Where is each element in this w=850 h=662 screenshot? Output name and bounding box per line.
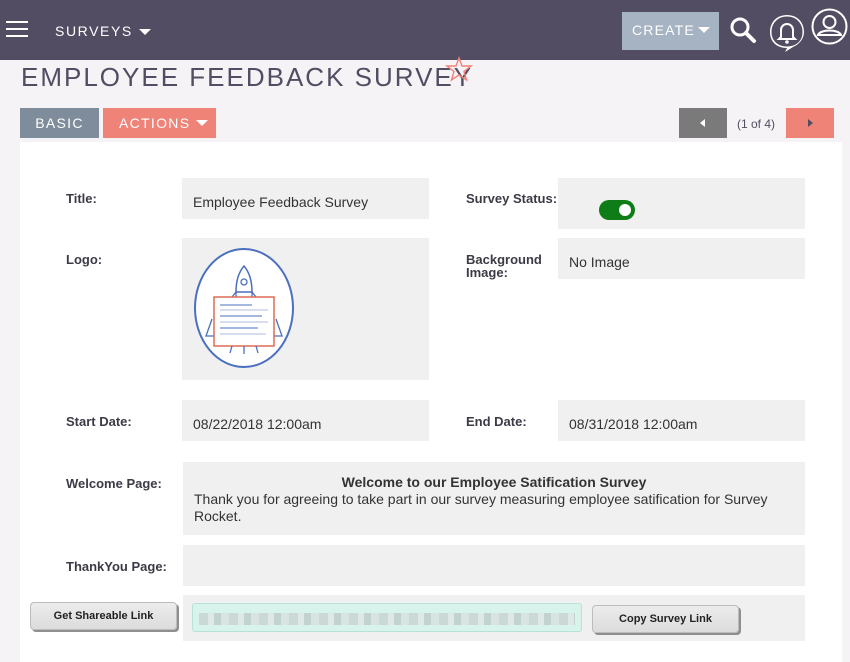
page-title: EMPLOYEE FEEDBACK SURVEY: [21, 62, 474, 92]
module-label: SURVEYS: [55, 23, 133, 39]
end-date-label: End Date:: [466, 414, 527, 429]
user-profile-icon[interactable]: [811, 8, 848, 45]
module-menu[interactable]: SURVEYS: [55, 23, 151, 39]
shareable-link-input[interactable]: [192, 603, 582, 632]
end-date-field: 08/31/2018 12:00am: [558, 400, 805, 441]
start-date-value: 08/22/2018 12:00am: [193, 416, 322, 432]
toggle-knob: [619, 204, 631, 216]
survey-status-toggle[interactable]: [599, 200, 635, 220]
previous-record-button[interactable]: [679, 108, 727, 138]
welcome-body: Thank you for agreeing to take part in o…: [194, 491, 768, 524]
title-label: Title:: [66, 191, 97, 206]
actions-dropdown[interactable]: ACTIONS: [103, 108, 216, 138]
create-button[interactable]: CREATE: [622, 12, 719, 50]
title-field: Employee Feedback Survey: [182, 178, 429, 219]
get-shareable-link-button[interactable]: Get Shareable Link: [30, 602, 177, 630]
copy-survey-link-button[interactable]: Copy Survey Link: [592, 605, 739, 633]
rocket-logo-image: [194, 248, 294, 368]
hamburger-icon[interactable]: [6, 21, 28, 39]
start-date-label: Start Date:: [66, 414, 132, 429]
star-icon[interactable]: [445, 56, 473, 82]
create-label: CREATE: [632, 22, 695, 38]
redacted-link-text: [199, 613, 575, 625]
logo-label: Logo:: [66, 252, 103, 267]
copy-survey-link-label: Copy Survey Link: [619, 613, 712, 625]
logo-field: [182, 238, 429, 380]
actions-label: ACTIONS: [119, 115, 191, 131]
welcome-page-field: Welcome to our Employee Satification Sur…: [183, 462, 805, 535]
pagination-label: (1 of 4): [737, 117, 776, 131]
background-image-field: No Image: [558, 238, 805, 279]
chevron-down-icon: [138, 29, 151, 36]
background-image-label: Background Image:: [466, 252, 542, 280]
chevron-left-icon: [700, 119, 705, 127]
chevron-right-icon: [808, 119, 813, 127]
survey-status-field: [558, 178, 805, 229]
tab-basic[interactable]: BASIC: [20, 108, 99, 138]
thankyou-page-label: ThankYou Page:: [66, 559, 167, 574]
get-shareable-link-label: Get Shareable Link: [53, 610, 154, 622]
top-nav-bar: SURVEYS CREATE: [0, 0, 850, 60]
end-date-value: 08/31/2018 12:00am: [569, 416, 698, 432]
start-date-field: 08/22/2018 12:00am: [182, 400, 429, 441]
background-image-value: No Image: [569, 254, 630, 270]
welcome-heading: Welcome to our Employee Satification Sur…: [341, 474, 647, 490]
chevron-down-icon: [196, 120, 208, 126]
next-record-button[interactable]: [786, 108, 834, 138]
chevron-down-icon: [698, 27, 710, 33]
thankyou-page-field: [183, 545, 805, 586]
tab-basic-label: BASIC: [35, 115, 84, 131]
survey-status-label: Survey Status:: [466, 191, 558, 206]
notification-bell-icon[interactable]: [768, 13, 806, 53]
title-value: Employee Feedback Survey: [193, 194, 369, 210]
welcome-page-label: Welcome Page:: [66, 476, 162, 491]
search-icon[interactable]: [729, 16, 757, 44]
